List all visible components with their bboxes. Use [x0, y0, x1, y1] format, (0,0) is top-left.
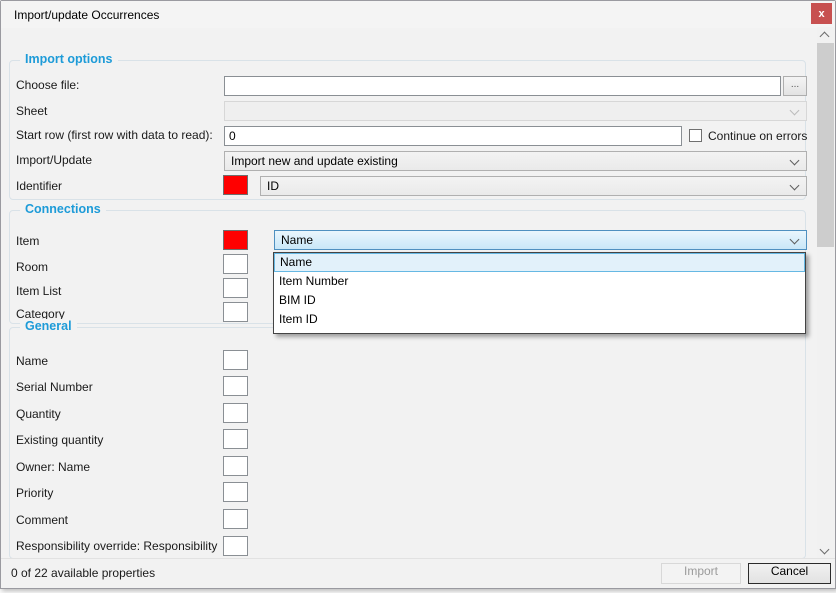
choose-file-label: Choose file: [16, 78, 79, 92]
item-select[interactable]: Name [274, 230, 807, 250]
item-list-color-swatch[interactable] [223, 278, 248, 298]
item-list-label: Item List [16, 284, 61, 298]
close-button[interactable]: x [811, 3, 832, 24]
title-bar[interactable]: Import/update Occurrences x [1, 1, 835, 28]
chevron-up-icon [820, 32, 830, 42]
dropdown-option-name[interactable]: Name [274, 253, 805, 272]
dialog-footer: 0 of 22 available properties Import Canc… [1, 558, 835, 588]
sheet-label: Sheet [16, 104, 47, 118]
item-color-swatch[interactable] [223, 230, 248, 250]
serial-number-color-swatch[interactable] [223, 376, 248, 396]
quantity-color-swatch[interactable] [223, 403, 248, 423]
general-group: General Name Serial Number Quantity Exis… [9, 327, 806, 559]
general-legend: General [20, 319, 77, 333]
continue-on-errors-label[interactable]: Continue on errors [708, 129, 807, 143]
room-color-swatch[interactable] [223, 254, 248, 274]
comment-color-swatch[interactable] [223, 509, 248, 529]
import-options-legend: Import options [20, 52, 118, 66]
dialog-title: Import/update Occurrences [14, 8, 159, 22]
identifier-color-swatch[interactable] [223, 175, 248, 195]
start-row-label: Start row (first row with data to read): [16, 128, 213, 142]
category-color-swatch[interactable] [223, 302, 248, 322]
identifier-select-value: ID [267, 179, 279, 193]
continue-on-errors-checkbox[interactable] [689, 129, 702, 142]
chevron-down-icon [820, 545, 830, 555]
quantity-label: Quantity [16, 407, 61, 421]
item-select-value: Name [281, 233, 313, 247]
scroll-viewport: Import options Choose file: ... Sheet St… [1, 28, 817, 560]
owner-name-label: Owner: Name [16, 460, 90, 474]
chevron-down-icon [790, 106, 800, 116]
dropdown-option-item-number[interactable]: Item Number [274, 272, 805, 291]
scroll-up-button[interactable] [817, 27, 834, 44]
identifier-label: Identifier [16, 179, 62, 193]
comment-label: Comment [16, 513, 68, 527]
item-select-dropdown: Name Item Number BIM ID Item ID [273, 252, 806, 334]
browse-button[interactable]: ... [783, 76, 807, 96]
dropdown-option-bim-id[interactable]: BIM ID [274, 291, 805, 310]
responsibility-override-color-swatch[interactable] [223, 536, 248, 556]
name-label: Name [16, 354, 48, 368]
chevron-down-icon [790, 235, 800, 245]
import-update-label: Import/Update [16, 153, 92, 167]
owner-name-color-swatch[interactable] [223, 456, 248, 476]
vertical-scrollbar[interactable] [817, 27, 834, 560]
start-row-input[interactable] [224, 126, 682, 146]
choose-file-input[interactable] [224, 76, 781, 96]
dropdown-option-item-id[interactable]: Item ID [274, 310, 805, 329]
existing-quantity-label: Existing quantity [16, 433, 103, 447]
import-button: Import [661, 563, 741, 584]
existing-quantity-color-swatch[interactable] [223, 429, 248, 449]
import-update-occurrences-dialog: Import/update Occurrences x Import optio… [0, 0, 836, 589]
name-color-swatch[interactable] [223, 350, 248, 370]
available-properties-status: 0 of 22 available properties [11, 566, 155, 580]
cancel-button[interactable]: Cancel [748, 563, 831, 584]
room-label: Room [16, 260, 48, 274]
connections-legend: Connections [20, 202, 106, 216]
responsibility-override-label: Responsibility override: Responsibility [16, 539, 217, 553]
identifier-select[interactable]: ID [260, 176, 807, 196]
priority-color-swatch[interactable] [223, 482, 248, 502]
import-update-select-value: Import new and update existing [231, 154, 398, 168]
item-label: Item [16, 234, 39, 248]
import-update-select[interactable]: Import new and update existing [224, 151, 807, 171]
chevron-down-icon [790, 156, 800, 166]
priority-label: Priority [16, 486, 53, 500]
sheet-select [224, 101, 807, 121]
close-icon: x [818, 8, 824, 20]
serial-number-label: Serial Number [16, 380, 93, 394]
chevron-down-icon [790, 181, 800, 191]
scrollbar-thumb[interactable] [817, 43, 834, 247]
import-options-group: Import options Choose file: ... Sheet St… [9, 60, 806, 200]
